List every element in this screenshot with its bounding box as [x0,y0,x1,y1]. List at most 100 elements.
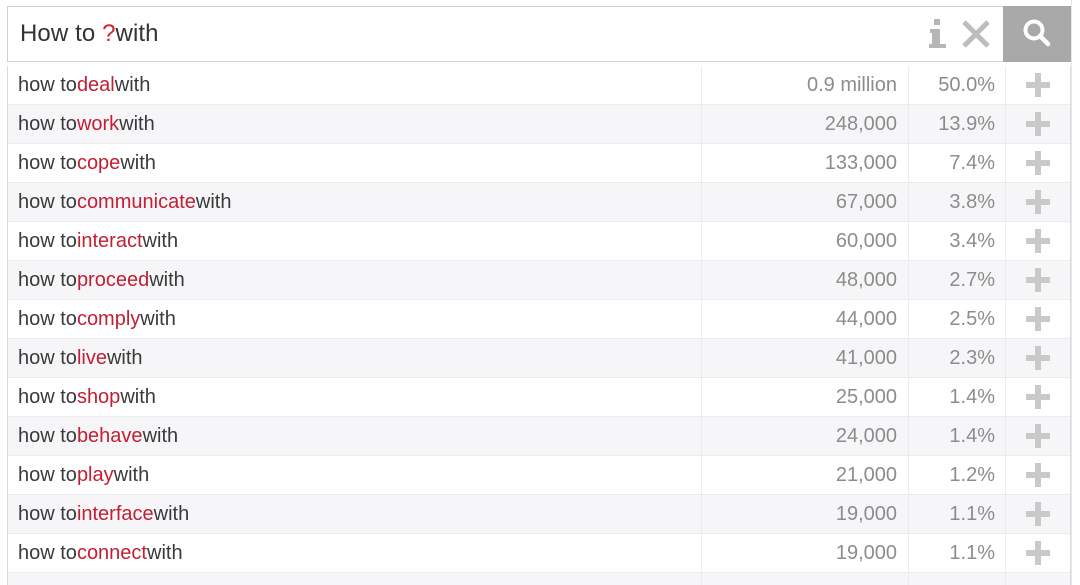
phrase-keyword: cope [76,151,121,174]
table-row[interactable]: how to live with 41,000 2.3% [8,339,1070,378]
close-icon[interactable] [959,14,993,54]
search-button[interactable] [1003,6,1071,62]
add-keyword-button[interactable] [1005,222,1070,260]
share-percent: 2.7% [908,261,1005,299]
search-input[interactable]: How to ?with [8,7,921,61]
table-row[interactable]: how to play with 21,000 1.2% [8,456,1070,495]
search-bar-icons [921,7,1003,61]
table-row[interactable]: how to deal with 0.9 million 50.0% [8,66,1070,105]
share-percent: 3.4% [908,222,1005,260]
add-keyword-button[interactable] [1005,66,1070,104]
info-icon[interactable] [921,14,955,54]
phrase-suffix: with [106,346,143,369]
panel-right-edge [1071,0,1080,585]
plus-icon [1026,463,1050,487]
phrase-suffix: with [113,463,150,486]
search-volume: 60,000 [701,222,908,260]
share-percent: 2.3% [908,339,1005,377]
phrase-keyword: connect [76,541,147,564]
search-volume: 21,000 [701,456,908,494]
phrase-prefix: how to [18,385,77,408]
search-volume: 41,000 [701,339,908,377]
search-volume: 24,000 [701,417,908,455]
query-prefix: How to [20,20,103,47]
search-query-text: How to ?with [20,22,159,46]
add-keyword-button[interactable] [1005,105,1070,143]
phrase-keyword: work [76,112,120,135]
share-percent: 1.2% [908,456,1005,494]
keyword-explorer-panel: How to ?with how to deal with 0.9 millio… [0,0,1080,585]
add-keyword-button[interactable] [1005,417,1070,455]
search-volume: 44,000 [701,300,908,338]
phrase-suffix: with [153,502,190,525]
phrase-keyword: interact [76,229,143,252]
phrase-keyword: behave [76,424,143,447]
table-row[interactable]: how to proceed with 48,000 2.7% [8,261,1070,300]
share-percent: 1.1% [908,495,1005,533]
add-keyword-button[interactable] [1005,378,1070,416]
phrase-suffix: with [142,229,179,252]
keyword-phrase [8,573,701,585]
keyword-phrase: how to cope with [8,144,701,182]
table-row[interactable]: how to interface with 19,000 1.1% [8,495,1070,534]
phrase-prefix: how to [18,346,77,369]
table-row[interactable]: how to shop with 25,000 1.4% [8,378,1070,417]
results-table[interactable]: how to deal with 0.9 million 50.0% how t… [7,66,1071,585]
search-volume: 67,000 [701,183,908,221]
table-row[interactable]: how to behave with 24,000 1.4% [8,417,1070,456]
search-volume [701,573,908,585]
phrase-prefix: how to [18,151,77,174]
phrase-prefix: how to [18,463,77,486]
search-volume: 248,000 [701,105,908,143]
plus-icon [1026,385,1050,409]
search-volume: 133,000 [701,144,908,182]
phrase-keyword: proceed [76,268,150,291]
add-keyword-button[interactable] [1005,573,1070,585]
phrase-prefix: how to [18,541,77,564]
phrase-prefix: how to [18,112,77,135]
phrase-suffix: with [120,385,156,408]
plus-icon [1026,502,1050,526]
query-wildcard: ? [102,20,116,47]
phrase-suffix: with [147,541,183,564]
keyword-phrase: how to interact with [8,222,701,260]
plus-icon [1026,346,1050,370]
table-row[interactable]: how to cope with 133,000 7.4% [8,144,1070,183]
phrase-suffix: with [114,73,151,96]
table-row-partial[interactable] [8,573,1070,585]
plus-icon [1026,307,1050,331]
phrase-prefix: how to [18,307,77,330]
table-row[interactable]: how to communicate with 67,000 3.8% [8,183,1070,222]
add-keyword-button[interactable] [1005,261,1070,299]
add-keyword-button[interactable] [1005,495,1070,533]
keyword-phrase: how to live with [8,339,701,377]
keyword-phrase: how to behave with [8,417,701,455]
table-row[interactable]: how to connect with 19,000 1.1% [8,534,1070,573]
add-keyword-button[interactable] [1005,300,1070,338]
search-volume: 0.9 million [701,66,908,104]
share-percent: 1.4% [908,378,1005,416]
share-percent [908,573,1005,585]
phrase-prefix: how to [18,73,77,96]
add-keyword-button[interactable] [1005,456,1070,494]
table-row[interactable]: how to interact with 60,000 3.4% [8,222,1070,261]
table-row[interactable]: how to comply with 44,000 2.5% [8,300,1070,339]
share-percent: 3.8% [908,183,1005,221]
keyword-phrase: how to connect with [8,534,701,572]
add-keyword-button[interactable] [1005,534,1070,572]
keyword-phrase: how to shop with [8,378,701,416]
phrase-suffix: with [119,112,155,135]
keyword-phrase: how to work with [8,105,701,143]
add-keyword-button[interactable] [1005,183,1070,221]
table-row[interactable]: how to work with 248,000 13.9% [8,105,1070,144]
phrase-keyword: comply [76,307,141,330]
query-suffix: with [115,20,159,47]
phrase-prefix: how to [18,190,77,213]
plus-icon [1026,151,1050,175]
add-keyword-button[interactable] [1005,339,1070,377]
phrase-suffix: with [149,268,185,291]
keyword-phrase: how to proceed with [8,261,701,299]
add-keyword-button[interactable] [1005,144,1070,182]
keyword-phrase: how to interface with [8,495,701,533]
plus-icon [1026,229,1050,253]
